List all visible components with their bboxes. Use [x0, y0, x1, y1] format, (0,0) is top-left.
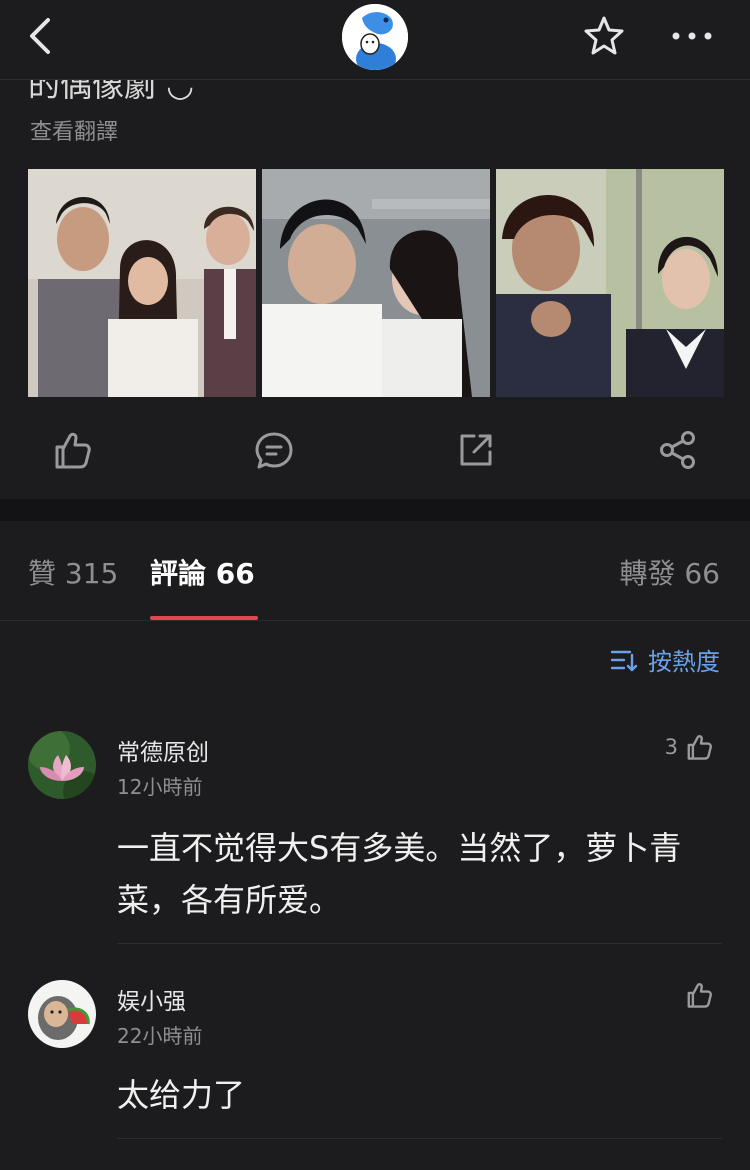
sort-by-popularity-button[interactable]: 按熱度: [610, 642, 720, 677]
weibo-post-page: 的偶像劇 ◡ 查看翻譯 贊 315 評論 66 轉發 66 按熱度 常德原创 1…: [0, 0, 750, 1170]
post-image-3[interactable]: [496, 169, 724, 397]
commenter-avatar[interactable]: [28, 731, 96, 799]
more-options-button[interactable]: [668, 18, 716, 54]
comment-divider: [117, 1138, 722, 1139]
author-avatar[interactable]: [342, 4, 408, 70]
section-divider: [0, 499, 750, 521]
favorite-button[interactable]: [582, 14, 626, 58]
repost-icon: [460, 434, 492, 466]
comment-post-button[interactable]: [252, 428, 296, 472]
thumbs-up-icon: [687, 983, 712, 1008]
comment-time: 12小時前: [117, 775, 203, 799]
tab-likes[interactable]: 贊 315: [28, 552, 118, 592]
chevron-left-icon: [30, 18, 50, 54]
star-icon: [584, 16, 624, 55]
back-button[interactable]: [22, 14, 62, 58]
tabs-divider: [0, 620, 750, 621]
sort-label: 按熱度: [648, 648, 720, 676]
comment-like-button[interactable]: 3: [665, 732, 714, 762]
comment-time: 22小時前: [117, 1024, 203, 1048]
comment-like-button[interactable]: [678, 980, 714, 1010]
more-dots-icon: [672, 32, 712, 40]
like-post-button[interactable]: [50, 428, 94, 472]
share-icon: [660, 431, 695, 469]
comment-divider: [117, 943, 722, 944]
comment-text: 太给力了: [117, 1076, 246, 1114]
comment-like-count: 3: [664, 735, 678, 759]
view-translation-link[interactable]: 查看翻譯: [30, 114, 118, 146]
thumbs-up-icon: [55, 432, 91, 469]
commenter-avatar[interactable]: [28, 980, 96, 1048]
sort-icon: [610, 650, 638, 671]
thumbs-up-icon: [687, 735, 712, 760]
top-nav-bar: [0, 0, 750, 80]
commenter-name[interactable]: 常德原创: [117, 733, 209, 767]
post-image-1[interactable]: [28, 169, 256, 397]
comment-bubble-icon: [255, 432, 293, 469]
repost-button[interactable]: [454, 428, 498, 472]
author-avatar-image: [342, 4, 408, 70]
cartoon-avatar-image: [28, 980, 96, 1048]
lotus-avatar-image: [28, 731, 96, 799]
commenter-name[interactable]: 娱小强: [117, 982, 186, 1016]
tab-shares[interactable]: 轉發 66: [619, 552, 720, 592]
tab-comments[interactable]: 評論 66: [150, 552, 255, 592]
share-button[interactable]: [656, 428, 700, 472]
post-image-2[interactable]: [262, 169, 490, 397]
comment-text: 一直不觉得大S有多美。当然了，萝卜青菜，各有所爱。: [117, 829, 682, 919]
